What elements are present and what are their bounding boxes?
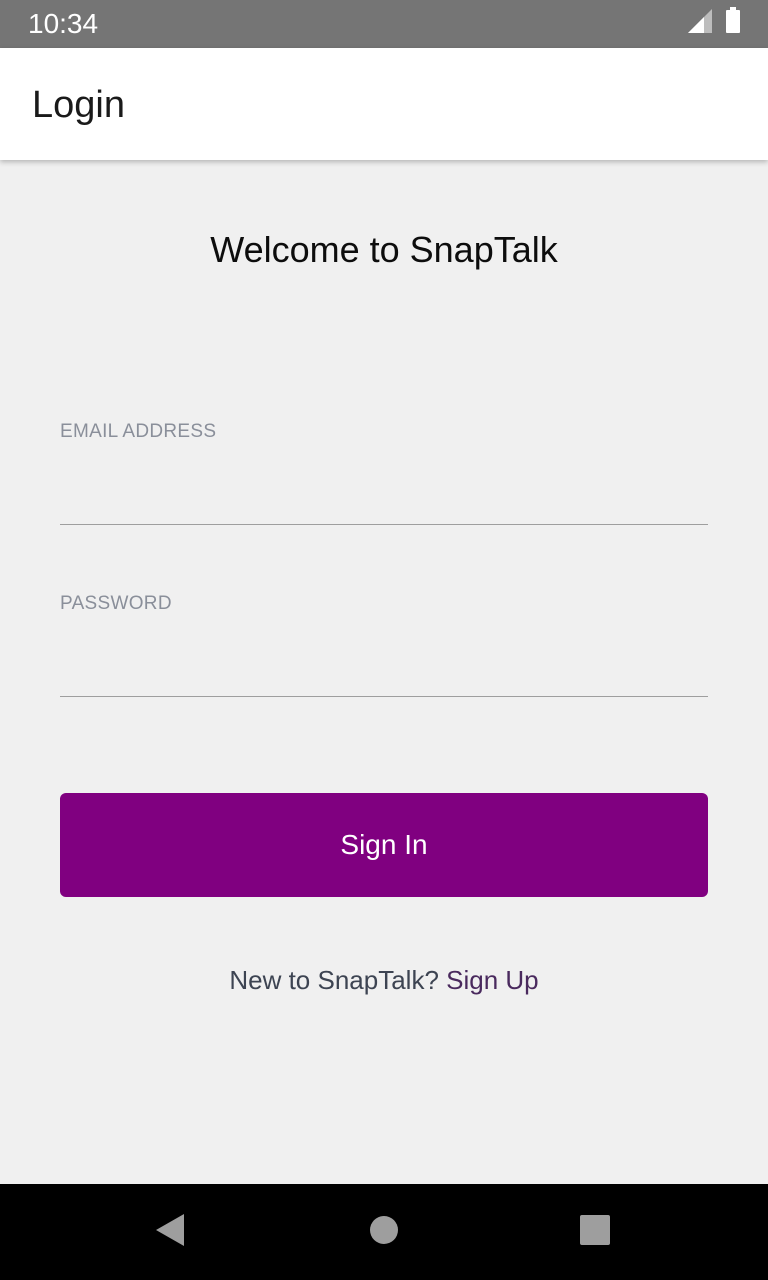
password-field[interactable] (60, 652, 708, 697)
password-label: PASSWORD (60, 593, 172, 614)
email-field[interactable] (60, 480, 708, 525)
recents-icon (580, 1214, 610, 1250)
home-icon (369, 1215, 399, 1250)
sign-up-link[interactable]: Sign Up (446, 965, 539, 995)
page-title: Login (32, 84, 125, 126)
status-time: 10:34 (28, 8, 99, 39)
recents-button[interactable] (571, 1208, 619, 1256)
signal-icon (688, 9, 712, 38)
sign-in-button[interactable]: Sign In (60, 793, 708, 897)
battery-icon (726, 7, 740, 38)
signup-prompt-line: New to SnapTalk? Sign Up (0, 964, 768, 996)
app-bar: Login (0, 48, 768, 160)
status-bar: 10:34 (0, 0, 768, 48)
home-button[interactable] (360, 1208, 408, 1256)
welcome-heading: Welcome to SnapTalk (210, 229, 558, 270)
back-icon (154, 1213, 186, 1252)
status-icons (688, 7, 740, 38)
signup-prompt-text: New to SnapTalk? (229, 965, 439, 995)
email-label: EMAIL ADDRESS (60, 421, 217, 442)
back-button[interactable] (146, 1208, 194, 1256)
navigation-bar (0, 1184, 768, 1280)
login-form: Welcome to SnapTalk EMAIL ADDRESS PASSWO… (0, 160, 768, 1184)
